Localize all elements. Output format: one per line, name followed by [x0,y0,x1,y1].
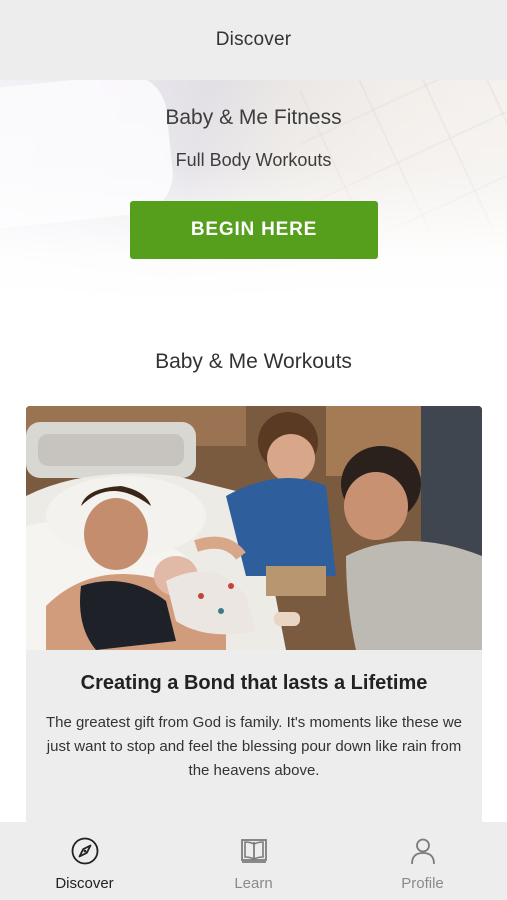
tab-label: Profile [401,875,444,892]
hero-subtitle: Full Body Workouts [175,150,332,170]
bottom-tab-bar: Discover Learn Profile [0,822,507,900]
app-screen: Discover Baby & Me Fitness Full Body Wor… [0,0,507,900]
workout-card[interactable]: Creating a Bond that lasts a Lifetime Th… [26,406,482,836]
tab-profile[interactable]: Profile [338,822,507,900]
tab-learn[interactable]: Learn [169,822,338,900]
begin-here-button[interactable]: BEGIN HERE [130,201,378,259]
book-icon [239,836,269,871]
compass-icon [70,836,100,871]
card-title: Creating a Bond that lasts a Lifetime [80,672,428,694]
tab-label: Learn [234,875,273,892]
section-title: Baby & Me Workouts [155,350,352,373]
tab-label: Discover [55,875,114,892]
hero-title: Baby & Me Fitness [165,106,342,129]
hero-banner: Baby & Me Fitness Full Body Workouts BEG… [0,80,507,300]
top-navigation-bar: Discover [0,0,507,80]
card-description: The greatest gift from God is family. It… [45,714,463,779]
tab-discover[interactable]: Discover [0,822,169,900]
person-icon [408,836,438,871]
family-photo [26,406,482,650]
page-title: Discover [215,29,292,50]
